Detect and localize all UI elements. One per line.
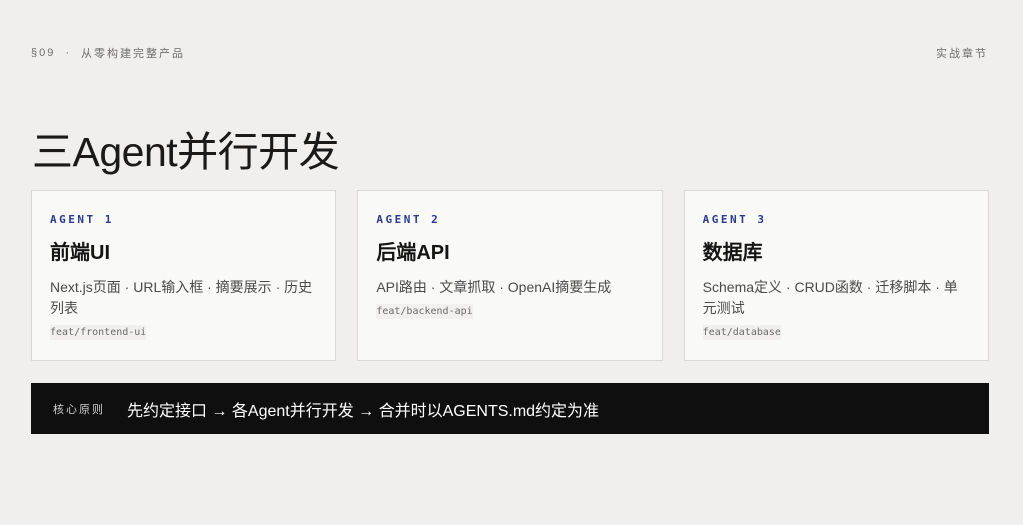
section-number: §09 xyxy=(31,47,56,59)
section-separator: · xyxy=(65,47,72,59)
chapter-title: 从零构建完整产品 xyxy=(81,48,186,60)
chapter-type-label: 实战章节 xyxy=(936,48,988,60)
agent-branch: feat/backend-api xyxy=(376,304,473,319)
agent-card-database: AGENT 3 数据库 Schema定义 · CRUD函数 · 迁移脚本 · 单… xyxy=(683,190,989,361)
core-principle-banner: 核心原则 先约定接口 → 各Agent并行开发 → 合并时以AGENTS.md约… xyxy=(31,383,989,434)
principle-text: 先约定接口 → 各Agent并行开发 → 合并时以AGENTS.md约定为准 xyxy=(127,402,600,420)
agent-role: 数据库 xyxy=(702,242,763,264)
agent-role: 前端UI xyxy=(50,242,110,264)
agent-tasks: API路由 · 文章抓取 · OpenAI摘要生成 xyxy=(376,279,612,295)
top-bar: §09 · 从零构建完整产品 实战章节 xyxy=(31,45,988,61)
agent-tasks: Schema定义 · CRUD函数 · 迁移脚本 · 单元测试 xyxy=(702,279,958,316)
agent-cards: AGENT 1 前端UI Next.js页面 · URL输入框 · 摘要展示 ·… xyxy=(31,190,989,361)
agent-tag: AGENT 3 xyxy=(702,213,767,226)
agent-branch: feat/database xyxy=(702,325,781,340)
agent-tasks: Next.js页面 · URL输入框 · 摘要展示 · 历史列表 xyxy=(50,279,313,316)
slide-title: 三Agent并行开发 xyxy=(32,129,340,175)
section-heading: §09 · 从零构建完整产品 xyxy=(31,45,185,61)
agent-role: 后端API xyxy=(376,242,450,264)
agent-tag: AGENT 1 xyxy=(50,213,114,226)
agent-card-frontend: AGENT 1 前端UI Next.js页面 · URL输入框 · 摘要展示 ·… xyxy=(31,190,337,361)
agent-branch: feat/frontend-ui xyxy=(50,325,147,340)
agent-tag: AGENT 2 xyxy=(376,213,441,226)
agent-card-backend: AGENT 2 后端API API路由 · 文章抓取 · OpenAI摘要生成 … xyxy=(357,190,663,361)
principle-label: 核心原则 xyxy=(53,403,105,416)
